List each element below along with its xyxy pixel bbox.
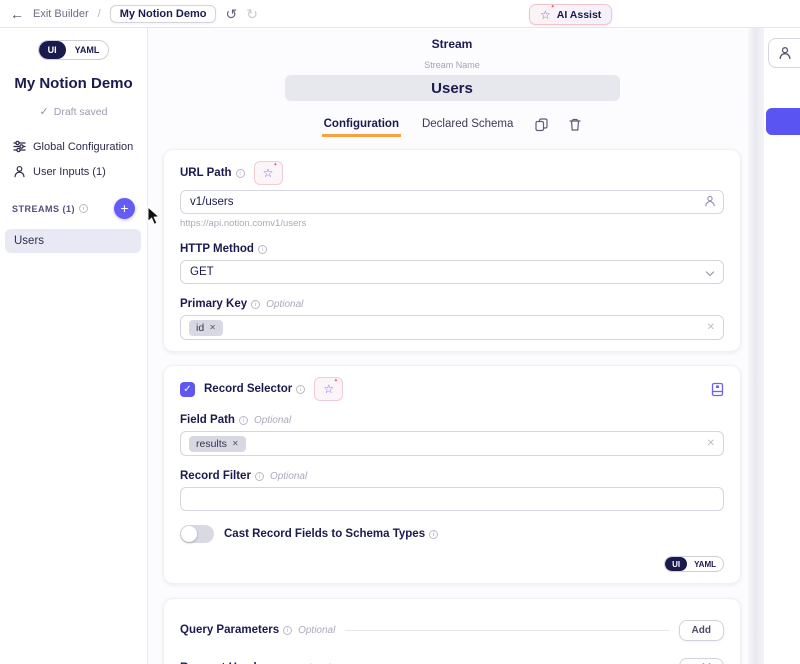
- yaml-toggle-option[interactable]: YAML: [66, 41, 109, 59]
- url-preview-text: https://api.notion.comv1/users: [180, 218, 724, 229]
- stream-name-field[interactable]: Users: [285, 75, 620, 101]
- back-icon[interactable]: [10, 6, 24, 22]
- cast-toggle-label: Cast Record Fields to Schema Types: [224, 528, 425, 540]
- user-interpolation-icon[interactable]: [704, 195, 716, 207]
- add-request-header-button[interactable]: Add: [679, 658, 724, 664]
- clear-all-icon[interactable]: [707, 322, 715, 333]
- stream-config-panel: Stream Stream Name Users Configuration D…: [148, 28, 762, 664]
- cast-record-fields-toggle[interactable]: [180, 525, 214, 543]
- docs-icon[interactable]: [711, 382, 724, 397]
- primary-key-tag-input[interactable]: id: [180, 315, 724, 340]
- tab-configuration[interactable]: Configuration: [322, 116, 401, 137]
- panel-resize-handle[interactable]: [748, 28, 764, 664]
- tag-chip-label: id: [196, 322, 204, 334]
- primary-key-label: Primary Key: [180, 298, 247, 310]
- ai-assist-button[interactable]: AI Assist: [529, 4, 612, 25]
- stream-name-label: Stream Name: [163, 60, 741, 70]
- tag-chip-label: results: [196, 438, 227, 450]
- query-parameters-label: Query Parameters: [180, 624, 279, 636]
- add-query-parameter-button[interactable]: Add: [679, 620, 724, 641]
- breadcrumb-separator: /: [98, 8, 101, 20]
- topbar: Exit Builder / My Notion Demo AI Assist: [0, 0, 800, 28]
- copy-stream-icon[interactable]: [534, 117, 549, 132]
- sidebar-item-label: User Inputs (1): [33, 166, 106, 178]
- request-parameters-card: Query Parameters Optional Add Request He…: [163, 598, 741, 664]
- sidebar-item-label: Global Configuration: [33, 141, 133, 153]
- record-filter-input[interactable]: [180, 487, 724, 511]
- yaml-toggle-option[interactable]: YAML: [687, 557, 723, 571]
- http-method-select[interactable]: GET: [180, 260, 724, 284]
- url-path-ai-button[interactable]: [254, 161, 283, 185]
- url-path-input[interactable]: [180, 190, 724, 214]
- field-path-tag-input[interactable]: results: [180, 431, 724, 456]
- clear-all-icon[interactable]: [707, 438, 715, 449]
- redo-icon[interactable]: [246, 7, 258, 21]
- chevron-down-icon: [706, 268, 714, 276]
- sidebar: UI YAML My Notion Demo Draft saved Globa…: [0, 28, 148, 664]
- draft-status-label: Draft saved: [54, 106, 108, 118]
- field-path-label: Field Path: [180, 414, 235, 426]
- http-method-value: GET: [190, 266, 214, 278]
- record-selector-ui-yaml-toggle[interactable]: UI YAML: [664, 556, 724, 572]
- sidebar-item-global-configuration[interactable]: Global Configuration: [0, 134, 147, 159]
- http-method-label: HTTP Method: [180, 243, 254, 255]
- sparkle-icon: [540, 9, 551, 21]
- check-icon: [40, 105, 49, 118]
- info-icon: [296, 385, 305, 394]
- add-stream-button[interactable]: [114, 198, 135, 219]
- info-icon: [79, 204, 88, 213]
- info-icon: [239, 416, 248, 425]
- info-icon: [236, 169, 245, 178]
- record-selector-card: Record Selector Field Path Optional: [163, 365, 741, 584]
- ui-yaml-toggle[interactable]: UI YAML: [38, 40, 110, 60]
- remove-tag-icon[interactable]: [232, 439, 239, 448]
- draft-status: Draft saved: [0, 105, 147, 118]
- record-filter-label: Record Filter: [180, 470, 251, 482]
- info-icon: [251, 300, 260, 309]
- streams-section-header: STREAMS (1): [12, 204, 75, 214]
- undo-icon[interactable]: [225, 7, 237, 21]
- tag-chip: id: [189, 320, 223, 336]
- ui-toggle-option[interactable]: UI: [665, 557, 687, 571]
- optional-badge: Optional: [298, 625, 335, 636]
- info-icon: [429, 530, 438, 539]
- remove-tag-icon[interactable]: [209, 323, 216, 332]
- request-options-card: URL Path https://api.notion.comv1/users …: [163, 149, 741, 352]
- tab-declared-schema[interactable]: Declared Schema: [420, 116, 515, 137]
- project-name-field[interactable]: My Notion Demo: [110, 5, 217, 23]
- ai-assist-label: AI Assist: [557, 9, 602, 21]
- connector-title: My Notion Demo: [0, 75, 147, 92]
- optional-badge: Optional: [254, 415, 291, 426]
- sparkle-icon: [323, 383, 334, 395]
- info-icon: [255, 472, 264, 481]
- sliders-icon: [13, 140, 26, 153]
- exit-builder-link[interactable]: Exit Builder: [33, 8, 89, 20]
- test-stream-button[interactable]: [766, 108, 800, 135]
- record-selector-ai-button[interactable]: [314, 377, 343, 401]
- info-icon: [258, 245, 267, 254]
- sparkle-icon: [263, 167, 274, 179]
- url-path-label: URL Path: [180, 167, 232, 179]
- optional-badge: Optional: [270, 471, 307, 482]
- info-icon: [283, 626, 292, 635]
- stream-tabs: Configuration Declared Schema: [163, 114, 741, 138]
- record-selector-title: Record Selector: [204, 383, 292, 395]
- stream-list-item-users[interactable]: Users: [5, 229, 141, 253]
- user-icon: [13, 165, 26, 178]
- user-icon: [778, 46, 792, 60]
- delete-stream-icon[interactable]: [568, 117, 582, 132]
- optional-badge: Optional: [266, 299, 303, 310]
- sidebar-item-user-inputs[interactable]: User Inputs (1): [0, 159, 147, 184]
- ui-toggle-option[interactable]: UI: [39, 41, 66, 59]
- tag-chip: results: [189, 436, 246, 452]
- record-selector-checkbox[interactable]: [180, 382, 195, 397]
- stream-panel-title: Stream: [163, 37, 741, 51]
- testing-values-button[interactable]: [768, 38, 800, 68]
